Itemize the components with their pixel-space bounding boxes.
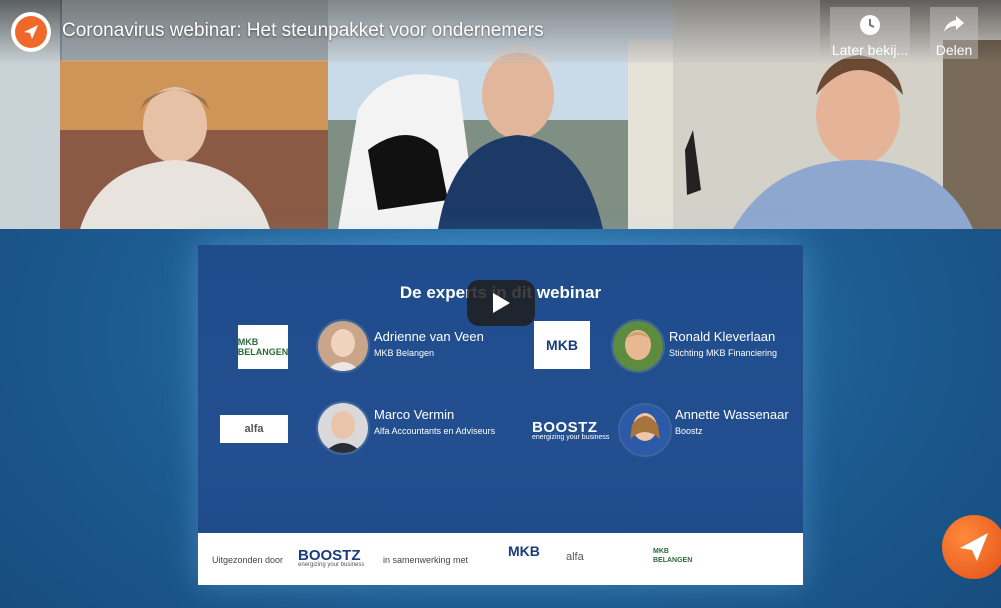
logo-text: MKB BELANGEN (237, 337, 289, 357)
logo-text: alfa (244, 423, 264, 435)
expert-name: Adrienne van Veen (374, 329, 484, 344)
boostz-tagline: energizing your business (532, 434, 610, 441)
alfa-logo: alfa (220, 415, 288, 443)
channel-logo[interactable] (11, 12, 51, 52)
paper-plane-icon (15, 16, 47, 48)
play-button[interactable] (467, 280, 535, 326)
play-icon (493, 293, 510, 313)
avatar (618, 403, 672, 457)
avatar (316, 319, 370, 373)
share-button[interactable]: Delen (930, 7, 978, 59)
stichting-mkb-financiering-logo: MKB (534, 321, 590, 369)
expert-org: Alfa Accountants en Adviseurs (374, 426, 496, 436)
boostz-footer-logo: BOOSTZ energizing your business (298, 547, 364, 568)
expert-name: Ronald Kleverlaan (669, 329, 776, 344)
cooperation-text: in samenwerking met (383, 555, 469, 565)
mkb-belangen-footer-logo: MKB BELANGEN (653, 547, 693, 565)
video-title[interactable]: Coronavirus webinar: Het steunpakket voo… (62, 20, 544, 42)
clock-icon (860, 15, 880, 35)
logo-text: MKB BELANGEN (653, 548, 693, 564)
avatar (611, 319, 665, 373)
watch-later-button[interactable]: Later bekij... (830, 7, 910, 59)
expert-name: Annette Wassenaar (675, 407, 789, 422)
share-arrow-icon (944, 16, 964, 32)
boostz-logo: BOOSTZ energizing your business (532, 419, 609, 441)
boostz-tagline: energizing your business (298, 562, 365, 568)
mkb-financiering-footer-logo: MKB (508, 543, 540, 559)
broadcast-by-text: Uitgezonden door (212, 555, 284, 565)
expert-name: Marco Vermin (374, 407, 455, 422)
mkb-belangen-logo: MKB BELANGEN (238, 325, 288, 369)
logo-text: MKB (546, 337, 578, 353)
expert-org: Boostz (675, 426, 703, 436)
expert-org: MKB Belangen (374, 348, 435, 358)
slide-footer: Uitgezonden door BOOSTZ energizing your … (198, 533, 803, 585)
presentation-slide: De experts in dit webinar MKB BELANGEN A… (198, 245, 803, 585)
expert-org: Stichting MKB Financiering (669, 348, 778, 358)
logo-text: alfa (566, 551, 584, 563)
avatar (316, 401, 370, 455)
watch-later-label: Later bekij... (831, 42, 909, 58)
video-player[interactable]: Coronavirus webinar: Het steunpakket voo… (0, 0, 1001, 608)
alfa-footer-logo: alfa (566, 551, 584, 563)
share-label: Delen (935, 42, 973, 58)
paper-plane-icon (960, 533, 988, 561)
brand-corner-logo[interactable] (942, 515, 1001, 579)
logo-text: MKB (508, 543, 540, 559)
